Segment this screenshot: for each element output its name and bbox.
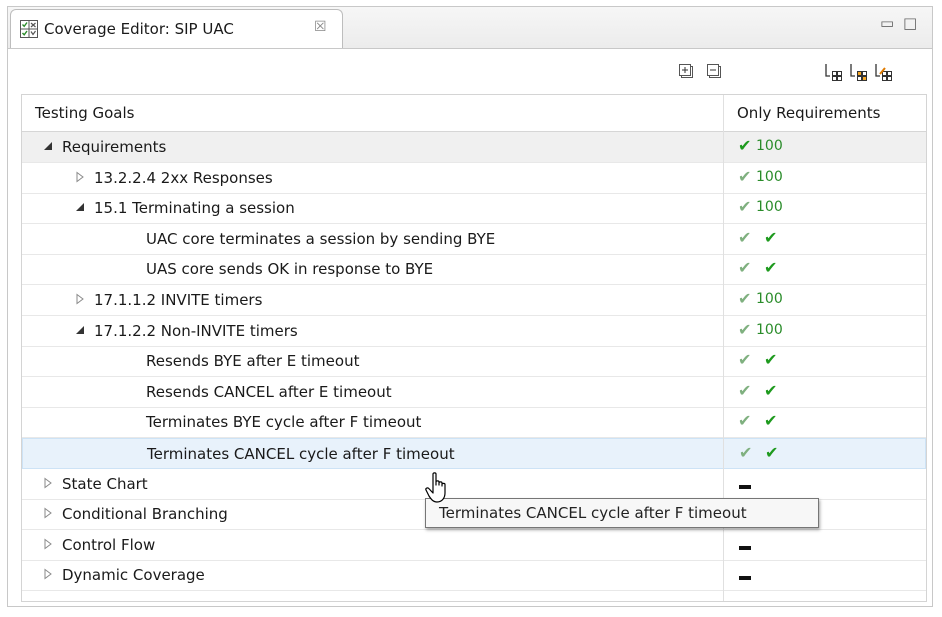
collapsed-twisty-icon[interactable] xyxy=(42,477,54,489)
row-label: 17.1.1.2 INVITE timers xyxy=(94,291,263,309)
filter-edit-icon[interactable] xyxy=(873,62,893,82)
column-header-only-requirements[interactable]: Only Requirements xyxy=(737,104,880,122)
not-covered-dash-icon xyxy=(739,545,751,550)
tab-title: Coverage Editor: SIP UAC xyxy=(44,20,234,38)
table-row[interactable]: Terminates CANCEL cycle after F timeout ✔… xyxy=(22,438,926,469)
collapsed-twisty-icon[interactable] xyxy=(42,568,54,580)
filter-orange-icon[interactable] xyxy=(848,62,868,82)
table-row[interactable]: Control Flow xyxy=(22,530,926,561)
table-header: Testing Goals Only Requirements xyxy=(22,95,926,132)
row-label: Conditional Branching xyxy=(62,505,228,524)
row-label: 17.1.2.2 Non-INVITE timers xyxy=(94,321,298,340)
table-row[interactable]: Requirements ✔ 100 xyxy=(22,132,926,163)
filter-icon[interactable] xyxy=(823,62,843,82)
table-row[interactable]: UAS core sends OK in response to BYE ✔ ✔ xyxy=(22,254,926,286)
expanded-twisty-icon[interactable] xyxy=(74,324,86,336)
expanded-twisty-icon[interactable] xyxy=(74,201,86,213)
close-icon[interactable]: ☒ xyxy=(314,19,327,35)
row-label: Resends BYE after E timeout xyxy=(146,352,360,371)
table-row[interactable]: Resends CANCEL after E timeout ✔ ✔ xyxy=(22,377,926,408)
checkmark-icon: ✔ xyxy=(764,350,778,370)
checkmark-light-icon: ✔ xyxy=(738,258,752,278)
row-label: Control Flow xyxy=(62,535,156,554)
minimize-icon[interactable]: ▭ xyxy=(880,14,894,32)
checkmark-icon: ✔ xyxy=(764,411,778,431)
row-label: UAC core terminates a session by sending… xyxy=(146,229,496,248)
coverage-value: 100 xyxy=(756,199,783,216)
collapse-all-icon[interactable] xyxy=(705,62,725,82)
row-label: Resends CANCEL after E timeout xyxy=(146,382,392,401)
coverage-value: 100 xyxy=(756,168,783,185)
hand-cursor-icon xyxy=(425,472,446,503)
not-covered-dash-icon xyxy=(739,484,751,489)
table-row[interactable]: 13.2.2.4 2xx Responses ✔ 100 xyxy=(22,163,926,194)
tab-bar: Coverage Editor: SIP UAC ☒ ▭ □ xyxy=(8,7,932,49)
row-label: Dynamic Coverage xyxy=(62,566,205,585)
checkmark-icon: ✔ xyxy=(765,443,779,462)
row-label: 15.1 Terminating a session xyxy=(94,199,295,218)
coverage-value: 100 xyxy=(756,138,783,154)
checkmark-icon: ✔ xyxy=(738,166,752,186)
not-covered-dash-icon xyxy=(739,576,751,581)
expanded-twisty-icon[interactable] xyxy=(42,140,54,152)
checkmark-icon: ✔ xyxy=(764,227,778,247)
checkmark-light-icon: ✔ xyxy=(738,411,752,431)
checkmark-light-icon: ✔ xyxy=(738,380,752,400)
checkmark-icon: ✔ xyxy=(764,380,778,400)
tab-coverage-editor[interactable]: Coverage Editor: SIP UAC ☒ xyxy=(10,9,343,48)
row-label: Terminates CANCEL cycle after F timeout xyxy=(147,445,455,463)
collapsed-twisty-icon[interactable] xyxy=(74,171,86,183)
checkmark-icon: ✔ xyxy=(738,197,752,217)
maximize-icon[interactable]: □ xyxy=(903,14,917,32)
coverage-editor-icon xyxy=(20,20,38,38)
table-row[interactable]: UAC core terminates a session by sending… xyxy=(22,224,926,255)
table-row[interactable]: Resends BYE after E timeout ✔ ✔ xyxy=(22,346,926,378)
expand-all-icon[interactable] xyxy=(677,62,697,82)
checkmark-icon: ✔ xyxy=(738,319,752,339)
table-row[interactable]: Dynamic Coverage xyxy=(22,560,926,592)
checkmark-icon: ✔ xyxy=(764,258,778,278)
row-label: Terminates BYE cycle after F timeout xyxy=(146,413,422,432)
table-row[interactable]: 15.1 Terminating a session ✔ 100 xyxy=(22,193,926,225)
coverage-value: 100 xyxy=(756,291,783,307)
row-label: State Chart xyxy=(62,474,148,493)
collapsed-twisty-icon[interactable] xyxy=(42,507,54,519)
checkmark-light-icon: ✔ xyxy=(738,227,752,247)
checkmark-light-icon: ✔ xyxy=(738,350,752,370)
row-label: Requirements xyxy=(62,138,167,156)
checkmark-icon: ✔ xyxy=(738,136,752,155)
checkmark-light-icon: ✔ xyxy=(739,443,753,462)
collapsed-twisty-icon[interactable] xyxy=(42,538,54,550)
tooltip: Terminates CANCEL cycle after F timeout xyxy=(425,498,819,528)
column-header-testing-goals[interactable]: Testing Goals xyxy=(35,104,134,122)
table-row[interactable]: 17.1.2.2 Non-INVITE timers ✔ 100 xyxy=(22,316,926,347)
coverage-value: 100 xyxy=(756,321,783,338)
checkmark-icon: ✔ xyxy=(738,289,752,308)
table-row[interactable]: 17.1.1.2 INVITE timers ✔ 100 xyxy=(22,285,926,316)
table-row[interactable]: State Chart xyxy=(22,469,926,500)
table-row[interactable]: Terminates BYE cycle after F timeout ✔ ✔ xyxy=(22,407,926,439)
row-label: 13.2.2.4 2xx Responses xyxy=(94,168,273,187)
row-label: UAS core sends OK in response to BYE xyxy=(146,260,434,279)
tooltip-text: Terminates CANCEL cycle after F timeout xyxy=(439,504,747,522)
collapsed-twisty-icon[interactable] xyxy=(74,293,86,305)
